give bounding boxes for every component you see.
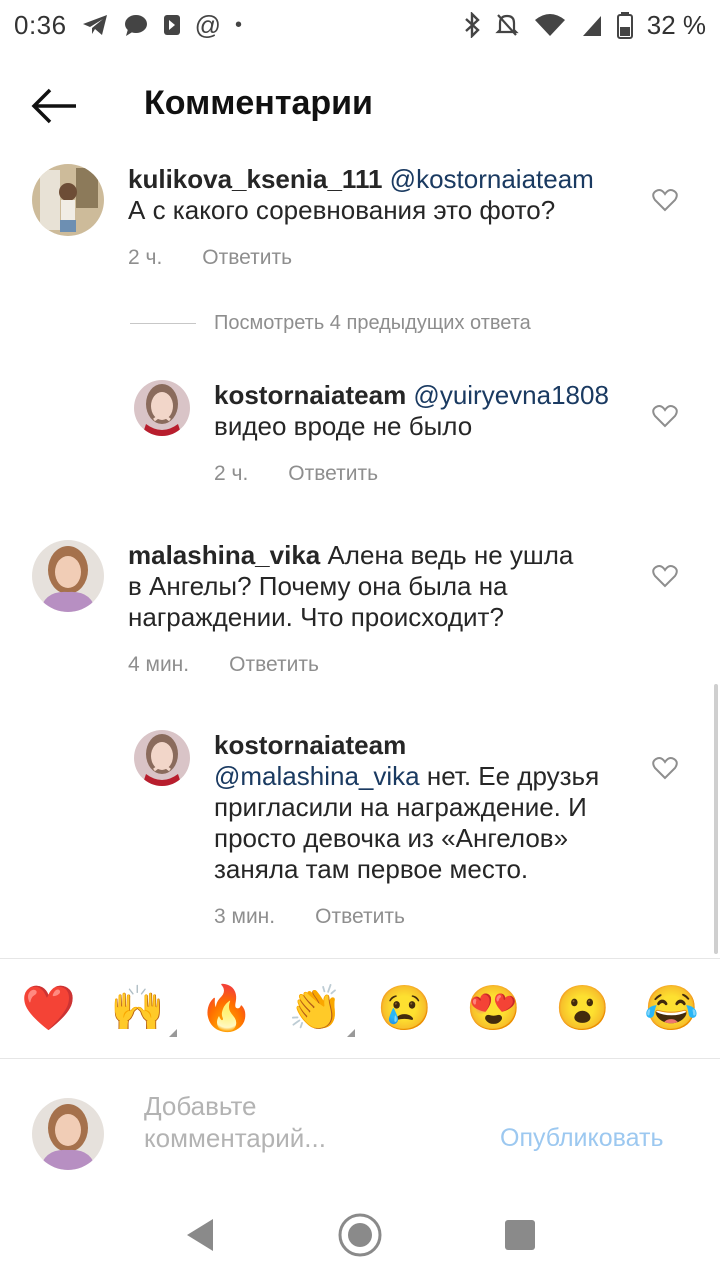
fire-emoji-icon[interactable]: 🔥 — [199, 987, 254, 1031]
wifi-icon — [534, 14, 565, 36]
comment-text: видео вроде не было — [214, 411, 473, 441]
reply-button[interactable]: Ответить — [202, 246, 292, 270]
nav-recents-square-icon — [505, 1220, 535, 1250]
comment-mention[interactable]: @malashina_vika — [214, 761, 420, 791]
signal-icon — [582, 16, 601, 36]
nav-back-button[interactable] — [175, 1210, 225, 1260]
clapping-hands-emoji-glyph: 👏 — [288, 984, 343, 1033]
view-previous-replies-button[interactable]: Посмотреть 4 предыдущих ответа — [130, 312, 531, 335]
heart-emoji-icon[interactable]: ❤️ — [21, 987, 76, 1031]
battery-percentage: 32 % — [646, 9, 706, 40]
comment-username[interactable]: malashina_vika — [128, 540, 320, 570]
more-notifications-dot-icon: • — [235, 13, 243, 36]
raised-hands-emoji-icon[interactable]: 🙌 — [110, 984, 177, 1037]
nav-recents-button[interactable] — [495, 1210, 545, 1260]
clapping-hands-emoji-icon[interactable]: 👏 — [288, 984, 355, 1037]
like-heart-icon[interactable] — [652, 188, 678, 212]
reply-comment-item: kostornaiateam @yuiryevna1808 видео врод… — [134, 380, 634, 486]
crying-face-emoji-icon[interactable]: 😢 — [377, 987, 432, 1031]
status-time: 0:36 — [14, 9, 67, 40]
divider-line — [130, 323, 196, 324]
publish-button[interactable]: Опубликовать — [500, 1124, 663, 1153]
reply-comment-item: kostornaiateam @malashina_vika нет. Ее д… — [134, 730, 634, 929]
comment-text: А с какого соревнования это фото? — [128, 195, 556, 225]
mute-bell-icon — [495, 14, 519, 36]
nav-home-button[interactable] — [335, 1210, 385, 1260]
reply-button[interactable]: Ответить — [229, 653, 319, 677]
avatar[interactable] — [134, 730, 190, 786]
reply-button[interactable]: Ответить — [315, 905, 405, 929]
like-heart-icon[interactable] — [652, 564, 678, 588]
comment-time: 4 мин. — [128, 653, 190, 676]
view-previous-replies-label: Посмотреть 4 предыдущих ответа — [214, 312, 531, 334]
scrollbar[interactable] — [714, 684, 718, 954]
raised-hands-emoji-glyph: 🙌 — [110, 984, 165, 1033]
bluetooth-icon — [464, 12, 480, 38]
divider — [0, 1058, 720, 1059]
comment-username[interactable]: kostornaiateam — [214, 380, 406, 410]
divider — [0, 958, 720, 959]
comment-time: 3 мин. — [214, 905, 276, 928]
comment-time: 2 ч. — [214, 462, 249, 485]
status-bar: 0:36 @ • 32 % — [0, 0, 720, 50]
like-heart-icon[interactable] — [652, 404, 678, 428]
reply-button[interactable]: Ответить — [288, 462, 378, 486]
avatar[interactable] — [134, 380, 190, 436]
comment-time: 2 ч. — [128, 246, 163, 269]
avatar[interactable] — [32, 540, 104, 612]
comment-mention[interactable]: @yuiryevna1808 — [413, 380, 609, 410]
tears-of-joy-emoji-icon[interactable]: 😂 — [644, 987, 699, 1031]
back-button[interactable] — [30, 86, 80, 126]
nav-home-circle-icon — [338, 1213, 382, 1257]
nav-back-triangle-icon — [187, 1219, 213, 1251]
emoji-quick-bar: ❤️ 🙌 🔥 👏 😢 😍 😮 😂 — [0, 960, 720, 1058]
battery-icon — [616, 12, 633, 39]
heart-eyes-emoji-icon[interactable]: 😍 — [466, 987, 521, 1031]
surprised-face-emoji-icon[interactable]: 😮 — [555, 987, 610, 1031]
app-notification-icon — [163, 15, 180, 35]
telegram-icon — [82, 15, 107, 35]
current-user-avatar — [32, 1098, 104, 1170]
system-navigation-bar — [0, 1190, 720, 1280]
page-title: Комментарии — [144, 84, 373, 122]
avatar[interactable] — [32, 164, 104, 236]
comment-input[interactable]: Добавьте комментарий... — [144, 1090, 444, 1154]
chat-bubble-icon — [124, 15, 147, 36]
back-arrow-icon — [31, 88, 76, 124]
at-sign-icon: @ — [194, 9, 222, 40]
like-heart-icon[interactable] — [652, 756, 678, 780]
comment-username[interactable]: kostornaiateam — [214, 730, 406, 760]
comment-username[interactable]: kulikova_ksenia_111 — [128, 164, 382, 194]
header: Комментарии — [0, 66, 720, 146]
comment-item: malashina_vika Алена ведь не ушла в Анге… — [32, 540, 602, 677]
comment-mention[interactable]: @kostornaiateam — [390, 164, 594, 194]
comment-item: kulikova_ksenia_111 @kostornaiateam А с … — [32, 164, 612, 270]
comment-composer: Добавьте комментарий... Опубликовать — [0, 1060, 720, 1190]
